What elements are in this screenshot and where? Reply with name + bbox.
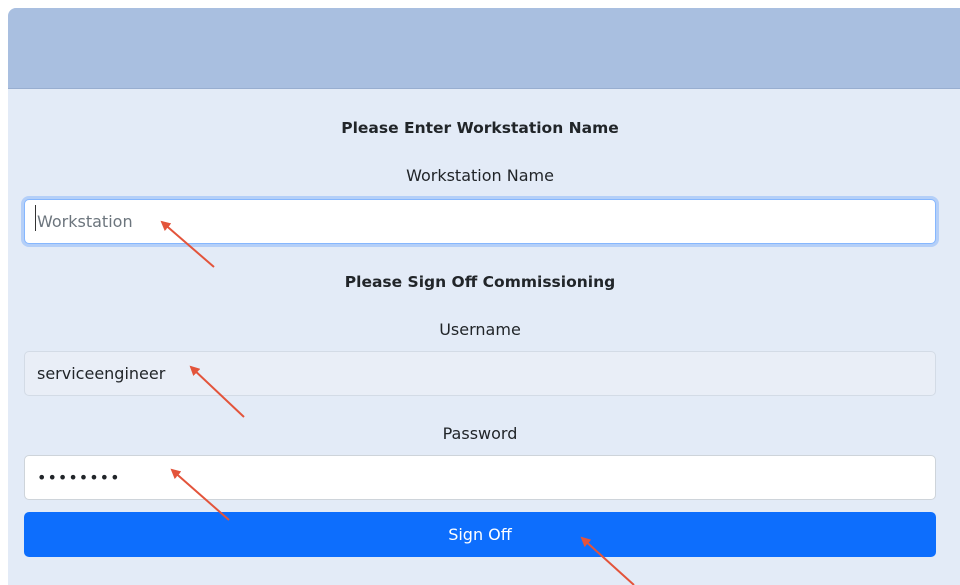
password-field[interactable] — [24, 455, 936, 500]
commissioning-heading: Please Sign Off Commissioning — [344, 273, 616, 291]
username-field[interactable]: serviceengineer — [24, 351, 936, 396]
text-caret — [35, 205, 36, 231]
panel-header — [8, 8, 960, 89]
workstation-heading: Please Enter Workstation Name — [341, 119, 619, 137]
sign-off-button[interactable]: Sign Off — [24, 512, 936, 557]
username-label: Username — [439, 320, 521, 339]
workstation-name-label: Workstation Name — [406, 166, 554, 185]
password-label: Password — [442, 424, 518, 443]
workstation-name-input[interactable] — [24, 199, 936, 244]
